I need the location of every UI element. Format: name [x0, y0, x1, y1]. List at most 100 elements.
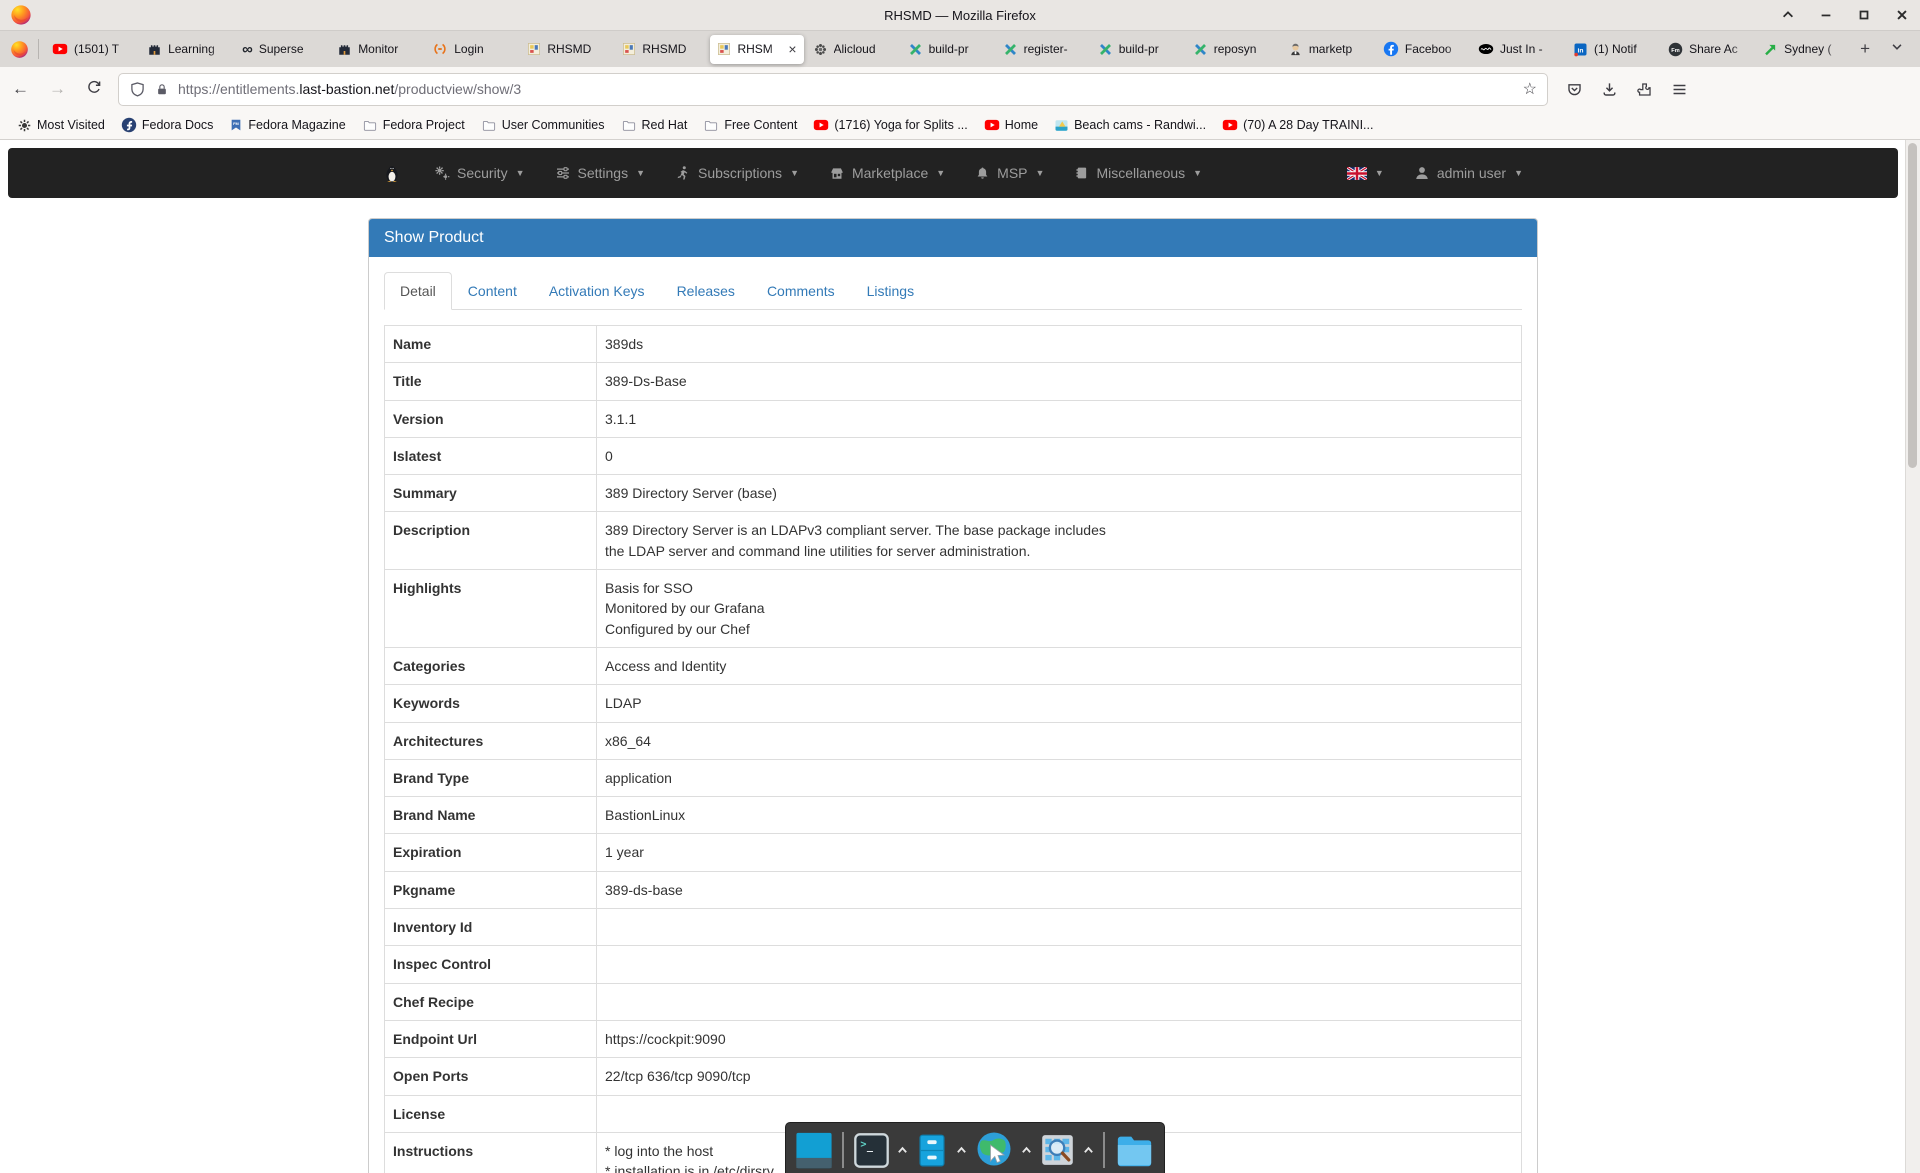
reload-button[interactable] — [86, 79, 102, 100]
minimize-window-icon[interactable] — [1818, 7, 1834, 23]
product-row: Open Ports22/tcp 636/tcp 9090/tcp — [385, 1058, 1522, 1095]
new-tab-button[interactable]: + — [1850, 39, 1880, 59]
product-tab-detail[interactable]: Detail — [384, 272, 452, 310]
list-tabs-icon[interactable] — [1880, 39, 1914, 59]
product-row: Architecturesx86_64 — [385, 722, 1522, 759]
caret-down-icon: ▼ — [636, 168, 645, 178]
product-tab-listings[interactable]: Listings — [851, 272, 930, 310]
forward-button[interactable]: → — [49, 79, 66, 99]
tab-title: build-pr — [929, 42, 987, 56]
url-text: https://entitlements.last-bastion.net/pr… — [178, 81, 521, 97]
globe-icon[interactable] — [974, 1130, 1014, 1170]
browser-tab[interactable]: marketp — [1281, 35, 1374, 64]
user-menu[interactable]: admin user ▼ — [1399, 148, 1538, 198]
blue-folder-icon[interactable] — [1114, 1132, 1155, 1169]
nav-menu-subscriptions[interactable]: Subscriptions▼ — [660, 148, 814, 198]
dock-window-list-caret[interactable] — [897, 1145, 908, 1155]
user-icon — [1414, 165, 1430, 181]
bookmark-item[interactable]: Beach cams - Randwi... — [1047, 116, 1213, 135]
product-tab-content[interactable]: Content — [452, 272, 533, 310]
browser-tab[interactable]: RHSMD — [520, 35, 613, 64]
product-tab-releases[interactable]: Releases — [661, 272, 751, 310]
cabinet-icon[interactable] — [915, 1132, 949, 1169]
tab-close-icon[interactable]: × — [788, 42, 796, 56]
lock-icon[interactable] — [155, 82, 169, 97]
penguin-logo-icon[interactable] — [368, 163, 419, 184]
flag-icon: FM — [229, 117, 243, 133]
gear-icon — [17, 118, 32, 133]
maximize-window-icon[interactable] — [1856, 7, 1872, 23]
downloads-icon[interactable] — [1601, 81, 1618, 98]
menu-hamburger-icon[interactable] — [1671, 81, 1688, 98]
field-value: BastionLinux — [597, 797, 1522, 834]
bookmark-label: Home — [1005, 118, 1038, 132]
product-tab-activation-keys[interactable]: Activation Keys — [533, 272, 661, 310]
field-label: Architectures — [385, 722, 597, 759]
svg-text:FM: FM — [234, 121, 240, 126]
browser-tab[interactable]: Login — [425, 35, 518, 64]
extensions-puzzle-icon[interactable] — [1636, 81, 1653, 98]
browser-tab[interactable]: ∞Superse — [235, 35, 328, 64]
scrollbar-thumb[interactable] — [1908, 143, 1917, 468]
magnifier-icon[interactable] — [1039, 1132, 1076, 1168]
bookmark-item[interactable]: (70) A 28 Day TRAINI... — [1215, 115, 1380, 135]
firefox-view-button[interactable] — [10, 40, 29, 59]
close-window-icon[interactable] — [1894, 7, 1910, 23]
product-row: Version3.1.1 — [385, 400, 1522, 437]
bookmark-star-icon[interactable]: ☆ — [1523, 79, 1537, 99]
bookmark-item[interactable]: Most Visited — [10, 116, 112, 135]
bookmark-item[interactable]: Free Content — [696, 116, 804, 135]
browser-tab[interactable]: Sydney ( — [1756, 35, 1849, 64]
bookmark-item[interactable]: (1716) Yoga for Splits ... — [806, 115, 974, 135]
bookmark-item[interactable]: Red Hat — [614, 116, 695, 135]
nav-menu-msp[interactable]: MSP▼ — [960, 148, 1059, 198]
field-label: Description — [385, 512, 597, 570]
bookmark-item[interactable]: Fedora Project — [355, 116, 472, 135]
terminal-icon[interactable]: >_ — [853, 1132, 890, 1169]
page-scrollbar[interactable] — [1905, 140, 1920, 1173]
product-row: Title389-Ds-Base — [385, 363, 1522, 400]
bookmark-label: Beach cams - Randwi... — [1074, 118, 1206, 132]
dock-window-list-caret[interactable] — [1021, 1145, 1032, 1155]
bookmark-item[interactable]: User Communities — [474, 116, 612, 135]
bookmark-item[interactable]: Fedora Docs — [114, 115, 221, 135]
browser-tab[interactable]: (1501) T — [45, 35, 138, 64]
browser-tab[interactable]: reposyn — [1186, 35, 1279, 64]
language-menu[interactable]: ▼ — [1332, 148, 1399, 198]
browser-tab[interactable]: in(1) Notif — [1566, 35, 1659, 64]
browser-tab[interactable]: build-pr — [1091, 35, 1184, 64]
pinwheel-icon — [1003, 42, 1018, 57]
dock-window-list-caret[interactable] — [956, 1145, 967, 1155]
tracking-shield-icon[interactable] — [129, 81, 146, 98]
browser-tab[interactable]: RHSMD — [615, 35, 708, 64]
browser-tab[interactable]: Alicloud — [806, 35, 899, 64]
nav-menu-marketplace[interactable]: Marketplace▼ — [814, 148, 960, 198]
browser-tab[interactable]: Just In - — [1471, 35, 1564, 64]
pocket-icon[interactable] — [1566, 81, 1583, 98]
browser-tab[interactable]: Monitor — [330, 35, 423, 64]
browser-tab[interactable]: Faceboo — [1376, 35, 1469, 64]
nav-menu-settings[interactable]: Settings▼ — [540, 148, 661, 198]
folder-icon — [621, 118, 637, 133]
browser-tab[interactable]: Learning — [140, 35, 233, 64]
browser-tab[interactable]: register- — [996, 35, 1089, 64]
product-tab-comments[interactable]: Comments — [751, 272, 851, 310]
svg-text:Fm: Fm — [1671, 47, 1679, 53]
browser-tab[interactable]: FmShare Ac — [1661, 35, 1754, 64]
nav-menu-security[interactable]: Security▼ — [419, 148, 540, 198]
bookmark-item[interactable]: FMFedora Magazine — [222, 115, 352, 135]
field-label: Title — [385, 363, 597, 400]
nav-menu-miscellaneous[interactable]: Miscellaneous▼ — [1059, 148, 1217, 198]
browser-tab[interactable]: build-pr — [901, 35, 994, 64]
tab-title: Learning — [168, 42, 226, 56]
pager-icon[interactable] — [795, 1132, 833, 1169]
shade-window-icon[interactable] — [1780, 7, 1796, 23]
dock-window-list-caret[interactable] — [1083, 1145, 1094, 1155]
url-bar[interactable]: https://entitlements.last-bastion.net/pr… — [118, 73, 1548, 106]
field-label: License — [385, 1095, 597, 1132]
bookmark-item[interactable]: Home — [977, 115, 1045, 135]
back-button[interactable]: ← — [12, 79, 29, 99]
field-value: 3.1.1 — [597, 400, 1522, 437]
browser-tab[interactable]: RHSM× — [710, 35, 803, 64]
field-value: application — [597, 759, 1522, 796]
